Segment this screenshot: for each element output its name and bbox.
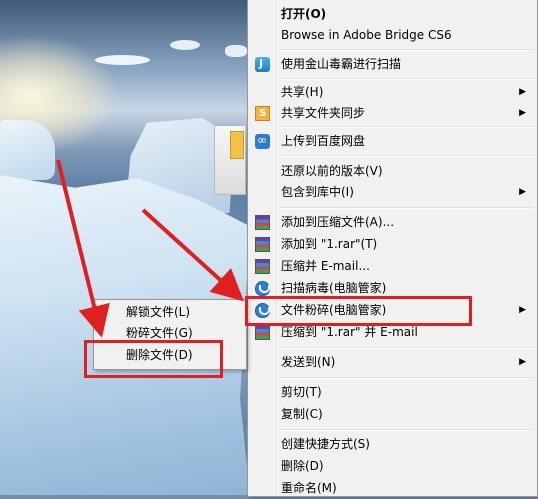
baidu-cloud-icon — [255, 132, 270, 149]
menu-item-delete[interactable]: 删除(D) — [251, 456, 534, 477]
submenu-arrow-icon: ▶ — [519, 187, 526, 197]
menu-item-label: 删除(D) — [281, 459, 324, 473]
menu-item-label: 创建快捷方式(S) — [281, 437, 370, 451]
menu-item-add-to-rar[interactable]: 添加到 "1.rar"(T) — [251, 234, 534, 255]
menu-item-label: 使用金山毒霸进行扫描 — [281, 57, 402, 71]
winrar-icon — [255, 215, 270, 230]
menu-item-label: 打开(O) — [281, 7, 327, 21]
menu-item-label: 重命名(M) — [281, 481, 337, 495]
submenu-item-unlock[interactable]: 解锁文件(L) — [96, 302, 244, 323]
menu-item-share-folder-sync[interactable]: 共享文件夹同步 ▶ — [251, 103, 534, 124]
winrar-icon — [255, 325, 270, 340]
highlight-box-file-shredder — [245, 296, 472, 326]
submenu-arrow-icon: ▶ — [519, 357, 526, 367]
menu-item-cut[interactable]: 剪切(T) — [251, 382, 534, 403]
menu-item-rename[interactable]: 重命名(M) — [251, 478, 534, 499]
highlight-box-delete-file — [84, 340, 223, 378]
winrar-icon — [255, 259, 270, 274]
menu-separator — [280, 155, 534, 157]
menu-item-compress-email[interactable]: 压缩并 E-mail... — [251, 256, 534, 277]
menu-item-label: 复制(C) — [281, 407, 323, 421]
menu-item-label: 添加到 "1.rar"(T) — [281, 237, 378, 251]
menu-item-browse-bridge[interactable]: Browse in Adobe Bridge CS6 — [251, 25, 534, 46]
menu-item-label: 包含到库中(I) — [281, 185, 354, 199]
iceberg — [0, 120, 55, 180]
menu-item-create-shortcut[interactable]: 创建快捷方式(S) — [251, 434, 534, 455]
menu-item-label: 上传到百度网盘 — [281, 134, 366, 148]
selected-file-icon[interactable] — [214, 125, 246, 195]
menu-item-label: 还原以前的版本(V) — [281, 164, 383, 178]
bridge-icon — [255, 56, 270, 72]
menu-item-label: 共享文件夹同步 — [281, 106, 366, 120]
menu-item-add-archive[interactable]: 添加到压缩文件(A)... — [251, 212, 534, 233]
menu-separator — [280, 347, 534, 349]
menu-item-kingsoft-scan[interactable]: 使用金山毒霸进行扫描 — [251, 54, 534, 75]
winrar-icon — [255, 237, 270, 252]
menu-separator — [280, 78, 534, 80]
submenu-arrow-icon: ▶ — [519, 305, 526, 315]
ice-floe — [170, 40, 200, 50]
submenu-arrow-icon: ▶ — [519, 87, 526, 97]
ice-floe — [225, 45, 247, 57]
menu-item-open[interactable]: 打开(O) — [251, 4, 534, 25]
menu-separator — [280, 126, 534, 128]
context-menu: 打开(O) Browse in Adobe Bridge CS6 使用金山毒霸进… — [247, 0, 538, 497]
menu-item-label: Browse in Adobe Bridge CS6 — [281, 28, 452, 42]
menu-item-label: 压缩到 "1.rar" 并 E-mail — [281, 325, 418, 339]
submenu-item-label: 解锁文件(L) — [126, 305, 191, 319]
menu-item-label: 压缩并 E-mail... — [281, 259, 370, 273]
menu-item-label: 扫描病毒(电脑管家) — [281, 281, 387, 295]
menu-separator — [280, 377, 534, 379]
menu-item-share[interactable]: 共享(H) ▶ — [251, 82, 534, 103]
menu-separator — [280, 49, 534, 51]
menu-item-baidu-upload[interactable]: 上传到百度网盘 — [251, 131, 534, 152]
sync-icon — [255, 106, 270, 121]
submenu-arrow-icon: ▶ — [519, 108, 526, 118]
menu-item-copy[interactable]: 复制(C) — [251, 404, 534, 425]
menu-item-label: 共享(H) — [281, 85, 324, 99]
menu-item-label: 剪切(T) — [281, 385, 322, 399]
ice-floe — [95, 55, 150, 65]
menu-item-label: 发送到(N) — [281, 355, 336, 369]
menu-item-label: 添加到压缩文件(A)... — [281, 215, 395, 229]
menu-item-include-library[interactable]: 包含到库中(I) ▶ — [251, 182, 534, 203]
shield-icon — [255, 281, 270, 296]
menu-item-restore-versions[interactable]: 还原以前的版本(V) — [251, 161, 534, 182]
menu-separator — [280, 207, 534, 209]
submenu-item-label: 粉碎文件(G) — [126, 326, 193, 340]
menu-separator — [280, 429, 534, 431]
menu-item-send-to[interactable]: 发送到(N) ▶ — [251, 352, 534, 373]
